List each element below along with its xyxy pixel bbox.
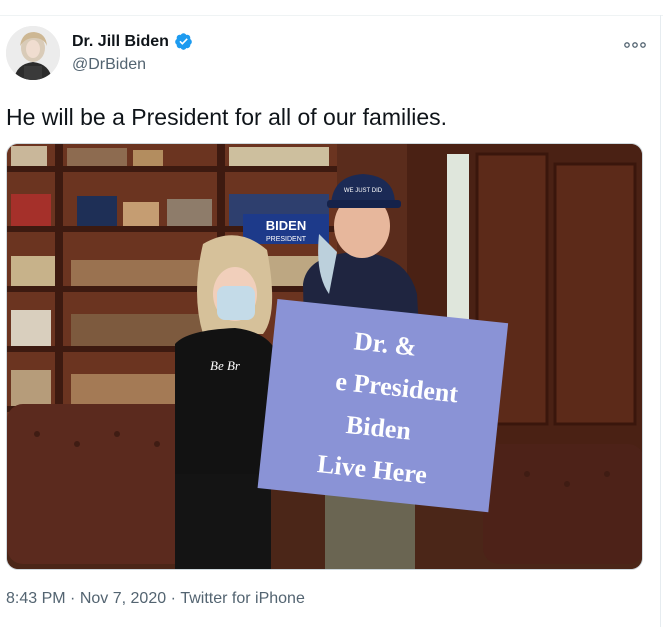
tweet-time[interactable]: 8:43 PM [6, 590, 66, 608]
tweet-date[interactable]: Nov 7, 2020 [80, 590, 166, 608]
tweet-meta: 8:43 PM · Nov 7, 2020 · Twitter for iPho… [6, 590, 305, 608]
right-divider [660, 15, 661, 627]
top-divider [0, 15, 663, 16]
verified-badge-icon [174, 32, 193, 51]
tweet-source[interactable]: Twitter for iPhone [180, 590, 305, 608]
profile-photo-icon [6, 26, 60, 80]
photo-scene: BIDEN PRESIDENT WE JUST DID Be Br Dr. & … [7, 144, 642, 569]
more-horizontal-icon[interactable] [623, 38, 647, 50]
tweet-text: He will be a President for all of our fa… [6, 104, 448, 130]
display-name[interactable]: Dr. Jill Biden [72, 33, 169, 51]
author-names: Dr. Jill Biden @DrBiden [72, 32, 193, 74]
banner-text: BIDEN [266, 218, 306, 233]
shirt-text: Be Br [210, 358, 241, 373]
meta-separator-2: · [170, 590, 176, 607]
tweet-photo[interactable]: BIDEN PRESIDENT WE JUST DID Be Br Dr. & … [6, 143, 643, 570]
avatar[interactable] [6, 26, 60, 80]
hat-text: WE JUST DID [344, 188, 383, 194]
display-name-row[interactable]: Dr. Jill Biden [72, 32, 193, 51]
author-handle[interactable]: @DrBiden [72, 56, 193, 74]
tweet-header: Dr. Jill Biden @DrBiden [6, 26, 656, 84]
meta-separator: · [70, 590, 76, 607]
banner-subtext: PRESIDENT [266, 236, 307, 243]
